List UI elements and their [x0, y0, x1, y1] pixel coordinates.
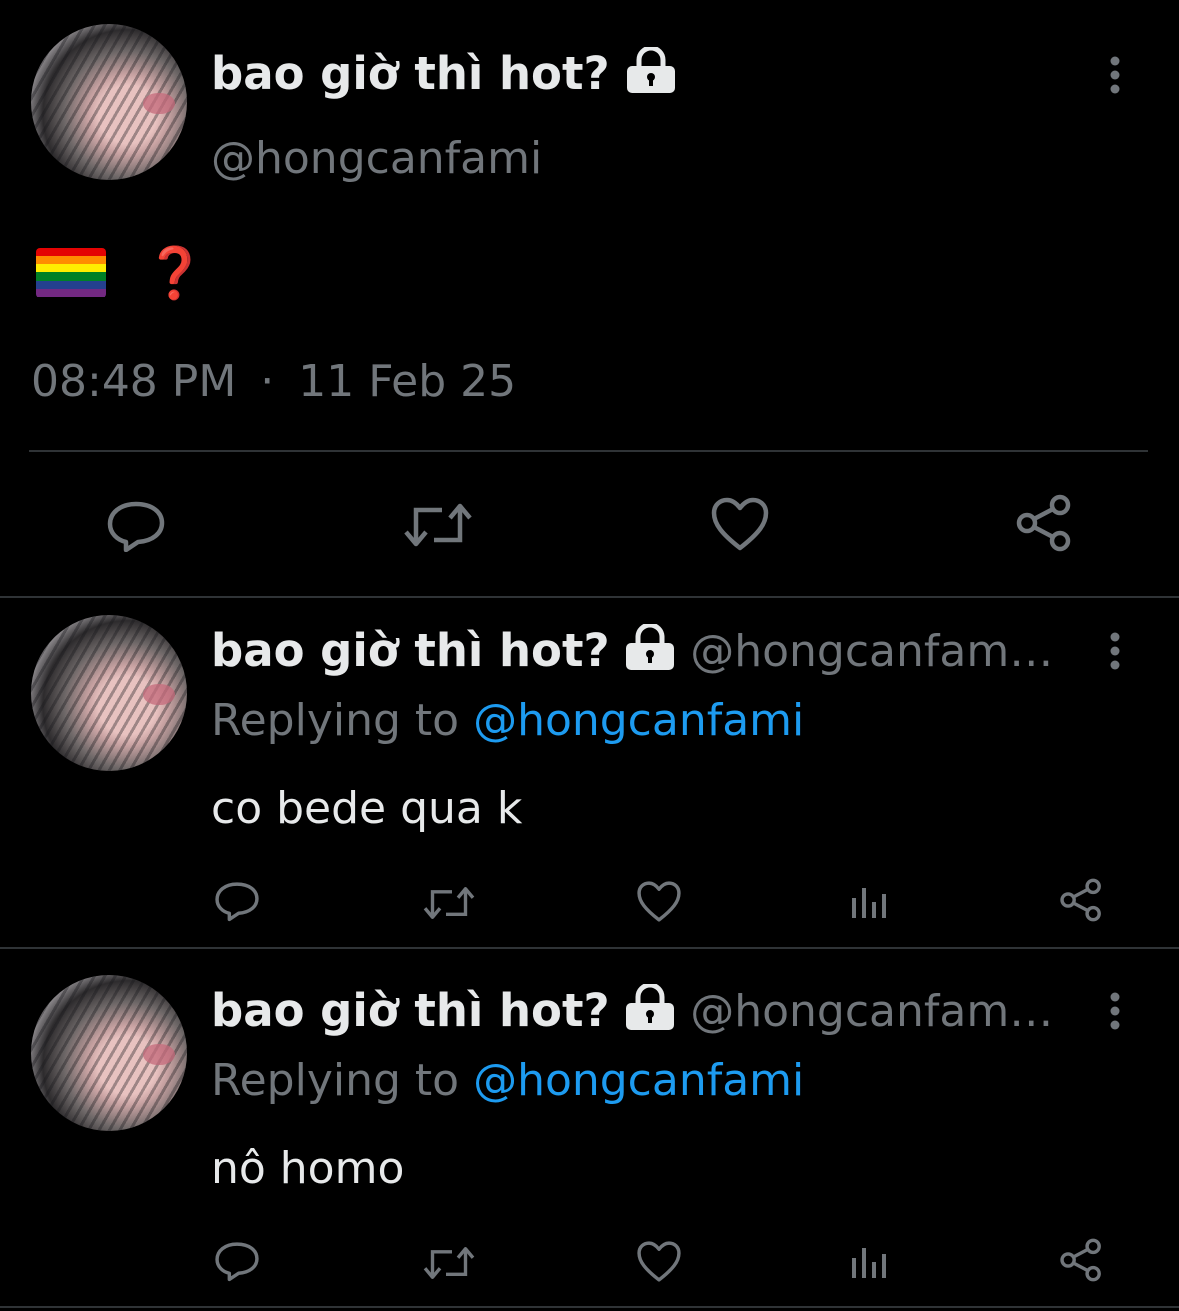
divider: [0, 947, 1179, 949]
divider: [0, 1306, 1179, 1308]
reply-icon[interactable]: [106, 500, 166, 552]
replying-to: Replying to @hongcanfami: [211, 692, 804, 750]
display-name[interactable]: bao giờ thì hot?: [211, 624, 610, 677]
share-icon[interactable]: [1058, 878, 1104, 922]
display-name[interactable]: bao giờ thì hot?: [211, 47, 610, 100]
avatar[interactable]: [31, 24, 187, 180]
like-icon[interactable]: [636, 1240, 682, 1283]
retweet-icon[interactable]: [422, 1244, 476, 1282]
replying-label: Replying to: [211, 695, 460, 746]
mention-link[interactable]: @hongcanfami: [473, 695, 804, 746]
rainbow-flag-emoji: [36, 247, 106, 298]
more-options-icon[interactable]: [1104, 56, 1126, 100]
display-name[interactable]: bao giờ thì hot?: [211, 984, 610, 1037]
retweet-icon[interactable]: [422, 884, 476, 922]
like-icon[interactable]: [636, 880, 682, 923]
views-icon[interactable]: [850, 1244, 890, 1280]
like-icon[interactable]: [710, 496, 770, 552]
replying-label: Replying to: [211, 1055, 460, 1106]
lock-icon: [625, 45, 677, 108]
handle[interactable]: @hongcanfam…: [690, 626, 1053, 677]
more-options-icon[interactable]: [1104, 632, 1126, 676]
share-icon[interactable]: [1058, 1238, 1104, 1282]
mention-link[interactable]: @hongcanfami: [473, 1055, 804, 1106]
tweet-time: 08:48 PM: [31, 356, 237, 407]
divider: [0, 596, 1179, 598]
question-emoji: ❓: [143, 243, 207, 302]
avatar[interactable]: [31, 615, 187, 771]
handle[interactable]: @hongcanfami: [211, 130, 542, 188]
reply-icon[interactable]: [214, 880, 260, 922]
lock-icon: [624, 622, 676, 684]
reply-text: nô homo: [211, 1143, 405, 1194]
reply-icon[interactable]: [214, 1240, 260, 1282]
handle[interactable]: @hongcanfam…: [690, 986, 1053, 1037]
timestamp-divider: [29, 450, 1148, 452]
tweet-body: 🏳️‍🌈 ❓: [36, 236, 206, 306]
views-icon[interactable]: [850, 884, 890, 920]
tweet-date: 11 Feb 25: [298, 356, 517, 407]
separator-dot: ·: [260, 356, 275, 407]
replying-to: Replying to @hongcanfami: [211, 1052, 804, 1110]
more-options-icon[interactable]: [1104, 992, 1126, 1036]
tweet-timestamp: 08:48 PM · 11 Feb 25: [31, 352, 516, 412]
retweet-icon[interactable]: [402, 500, 474, 550]
avatar[interactable]: [31, 975, 187, 1131]
lock-icon: [624, 982, 676, 1044]
share-icon[interactable]: [1014, 494, 1074, 552]
reply-text: co bede qua k: [211, 783, 523, 834]
